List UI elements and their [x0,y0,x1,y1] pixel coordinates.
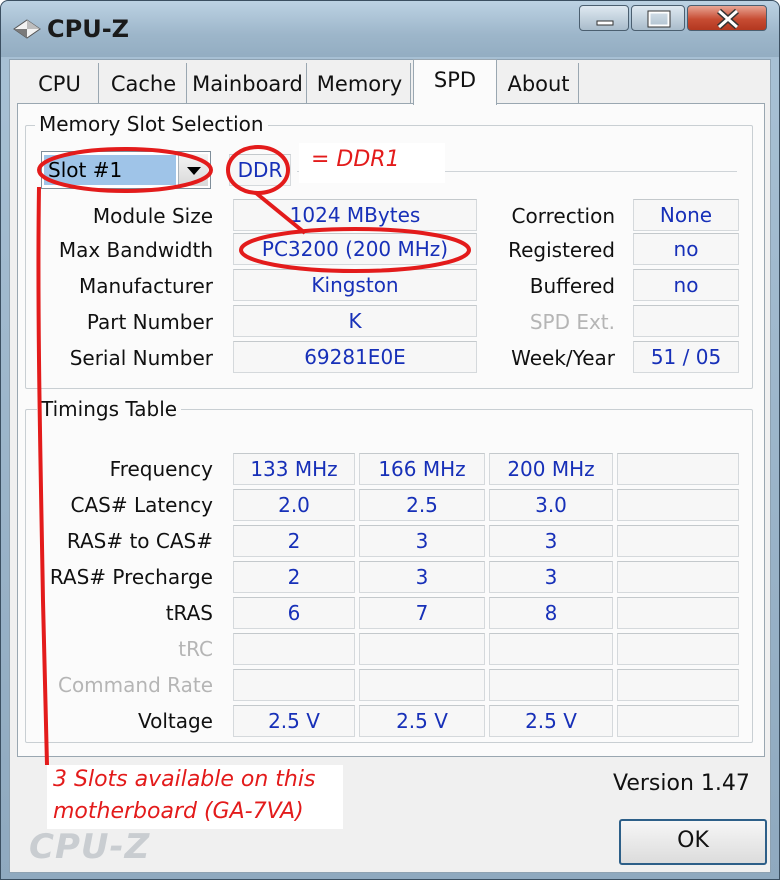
timings-table-title: Timings Table [37,397,182,421]
timing-label: RAS# to CAS# [66,529,213,553]
timing-value: 7 [359,597,485,629]
slots-note-line-2: motherboard (GA-7VA) [53,799,304,824]
timing-value [359,633,485,665]
value-module-size: 1024 MBytes [233,199,477,231]
timing-value: 2.5 V [233,705,355,737]
timing-value: 3 [489,525,613,557]
timing-value [359,669,485,701]
timing-label: RAS# Precharge [49,565,213,589]
timing-value: 3 [489,561,613,593]
timing-value [617,561,739,593]
slot-select-button[interactable] [178,154,208,186]
timing-value: 2.5 V [359,705,485,737]
slot-select[interactable]: Slot #1 [41,151,211,189]
value-week-year: 51 / 05 [633,341,739,373]
label-buffered: Buffered [529,274,615,298]
label-part-number: Part Number [86,310,213,334]
label-max-bandwidth: Max Bandwidth [58,238,213,262]
value-spd-ext [633,305,739,337]
label-module-size: Module Size [92,204,213,228]
timing-value: 133 MHz [233,453,355,485]
value-max-bandwidth: PC3200 (200 MHz) [233,233,477,265]
timing-value: 3.0 [489,489,613,521]
tab-mainboard[interactable]: Mainboard [189,63,307,103]
minimize-icon [596,20,614,26]
timing-value: 166 MHz [359,453,485,485]
title-bar[interactable]: CPU-Z [1,1,779,57]
label-manufacturer: Manufacturer [79,274,213,298]
minimize-button[interactable] [579,5,629,31]
label-week-year: Week/Year [511,346,615,370]
tab-cache[interactable]: Cache [101,63,187,103]
timing-label: Command Rate [57,673,213,697]
timing-value: 8 [489,597,613,629]
timing-value [489,633,613,665]
timing-label: tRC [178,637,213,661]
maximize-icon [647,10,671,28]
timing-label: Frequency [109,457,213,481]
value-correction: None [633,199,739,231]
timing-value [617,633,739,665]
version-label: Version 1.47 [613,771,750,796]
label-serial-number: Serial Number [69,346,213,370]
chevron-down-icon [187,167,201,175]
maximize-button[interactable] [631,5,685,31]
timing-value [617,489,739,521]
timing-value [617,525,739,557]
timing-value: 6 [233,597,355,629]
timing-value [617,597,739,629]
value-serial-number: 69281E0E [233,341,477,373]
close-icon [717,8,739,30]
label-spd-ext: SPD Ext. [529,310,615,334]
memory-slot-selection-title: Memory Slot Selection [35,112,268,136]
timing-value: 200 MHz [489,453,613,485]
cpu-z-watermark: CPU-Z [29,827,151,867]
ok-button[interactable]: OK [619,819,767,865]
timing-label: tRAS [165,601,213,625]
slots-note-line-1: 3 Slots available on this [53,767,316,792]
ddr-note: = DDR1 [311,147,400,172]
timing-value [617,669,739,701]
timing-value: 2.5 [359,489,485,521]
window-title: CPU-Z [47,15,130,43]
value-manufacturer: Kingston [233,269,477,301]
cpu-z-window: CPU-Z CPU Cache Mainboard Memory SPD Abo… [0,0,780,880]
cpu-z-diamond-icon [13,19,41,39]
timing-value [617,453,739,485]
timing-label: CAS# Latency [70,493,213,517]
label-correction: Correction [511,204,615,228]
timing-value: 2 [233,561,355,593]
timing-value: 3 [359,525,485,557]
label-registered: Registered [508,238,615,262]
tab-about[interactable]: About [499,63,579,103]
timing-value: 2.5 V [489,705,613,737]
tab-cpu[interactable]: CPU [21,63,99,103]
timing-value: 2 [233,525,355,557]
tab-memory[interactable]: Memory [309,63,411,103]
timing-value [617,705,739,737]
timing-label: Voltage [137,709,213,733]
close-button[interactable] [687,5,767,31]
value-buffered: no [633,269,739,301]
tab-spd[interactable]: SPD [413,59,497,105]
timing-value [233,633,355,665]
value-part-number: K [233,305,477,337]
slot-select-value: Slot #1 [44,155,176,185]
memory-type-field: DDR [229,154,291,186]
timing-value: 3 [359,561,485,593]
timing-value: 2.0 [233,489,355,521]
timing-value [489,669,613,701]
value-registered: no [633,233,739,265]
timing-value [233,669,355,701]
